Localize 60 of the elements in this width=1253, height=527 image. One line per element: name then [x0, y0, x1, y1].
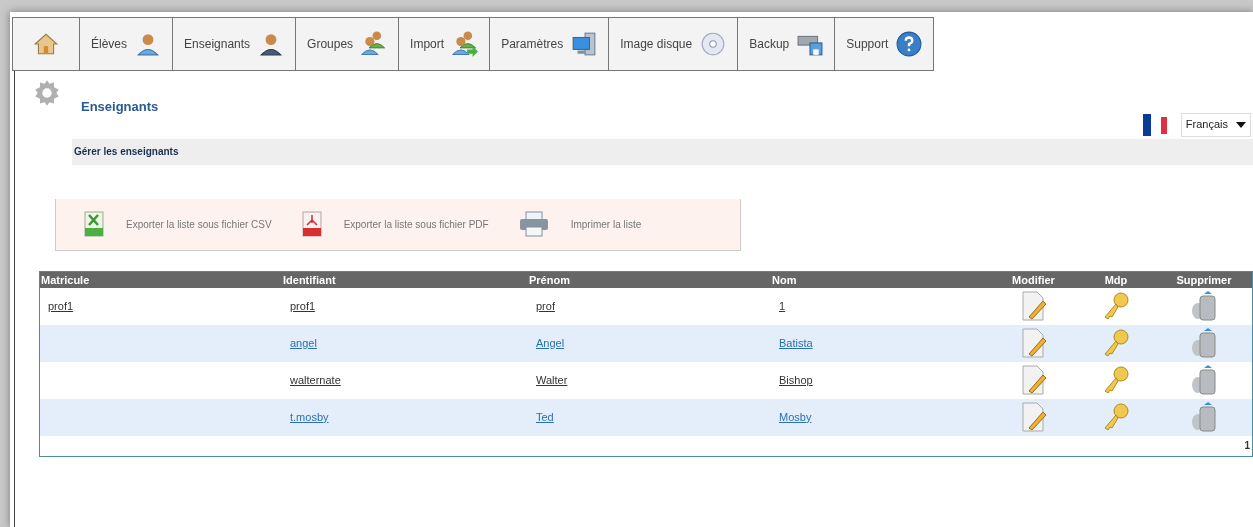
- table-link[interactable]: Mosby: [779, 410, 812, 423]
- column-header: Nom: [771, 272, 798, 288]
- edit-icon[interactable]: [1020, 402, 1047, 432]
- printer-icon: [518, 211, 549, 237]
- home-tab[interactable]: [13, 18, 79, 70]
- table-link[interactable]: Batista: [779, 336, 813, 349]
- table-link[interactable]: Ted: [536, 410, 554, 423]
- page-title: Enseignants: [81, 98, 159, 116]
- edit-icon[interactable]: [1020, 365, 1047, 395]
- people-arrow-icon: [452, 31, 479, 57]
- language-select[interactable]: Français: [1180, 112, 1251, 137]
- section-header: Gérer les enseignants: [72, 138, 1253, 165]
- column-header: Matricule: [40, 272, 91, 288]
- house-icon: [33, 31, 59, 57]
- column-header: Prénom: [528, 272, 571, 288]
- table-link[interactable]: t.mosby: [290, 410, 329, 423]
- nav-tab[interactable]: Backup: [737, 18, 835, 70]
- key-icon[interactable]: [1103, 402, 1129, 432]
- gear-icon: [33, 79, 61, 107]
- table-link[interactable]: angel: [290, 336, 317, 349]
- key-icon[interactable]: [1103, 365, 1129, 395]
- people-icon: [361, 31, 388, 57]
- export-link[interactable]: Exporter la liste sous fichier PDF: [343, 216, 489, 232]
- table-link[interactable]: walternate: [290, 373, 341, 386]
- export-link[interactable]: Exporter la liste sous fichier CSV: [126, 216, 272, 232]
- trash-icon[interactable]: [1191, 402, 1217, 432]
- edit-icon[interactable]: [1020, 291, 1047, 321]
- computer-icon: [571, 31, 598, 57]
- trash-icon[interactable]: [1191, 365, 1217, 395]
- key-icon[interactable]: [1103, 328, 1129, 358]
- column-header: Supprimer: [1175, 272, 1233, 288]
- flag-icon: [1142, 113, 1169, 136]
- table-link[interactable]: prof1: [290, 299, 316, 312]
- nav-tab[interactable]: Image disque: [608, 18, 738, 70]
- table-link[interactable]: Angel: [536, 336, 565, 349]
- column-header: Mdp: [1103, 272, 1129, 288]
- nav-tab[interactable]: Support: [834, 18, 934, 70]
- key-icon[interactable]: [1103, 291, 1129, 321]
- column-header: Identifiant: [282, 272, 337, 288]
- column-header: Modifier: [1011, 272, 1056, 288]
- table-link[interactable]: Walter: [536, 373, 568, 386]
- table-link[interactable]: prof1: [48, 299, 74, 312]
- trash-icon[interactable]: [1191, 328, 1217, 358]
- nav-tab[interactable]: Paramètres: [489, 18, 609, 70]
- disc-icon: [700, 31, 727, 57]
- nav-tab[interactable]: Élèves: [79, 18, 173, 70]
- page-number[interactable]: 1: [1244, 438, 1250, 453]
- help-icon: [896, 31, 923, 57]
- table-link[interactable]: Bishop: [779, 373, 813, 386]
- export-link[interactable]: Imprimer la liste: [570, 216, 642, 232]
- nav-tab[interactable]: Enseignants: [172, 18, 296, 70]
- edit-icon[interactable]: [1020, 328, 1047, 358]
- nav-tab[interactable]: Groupes: [295, 18, 399, 70]
- caret-icon: [1236, 121, 1246, 128]
- spreadsheet-file-icon: [84, 211, 104, 237]
- table-link[interactable]: 1: [779, 299, 786, 312]
- table-link[interactable]: prof: [536, 299, 555, 312]
- pdf-file-icon: [301, 211, 322, 237]
- nav-tab[interactable]: Import: [398, 18, 490, 70]
- trash-icon[interactable]: [1191, 291, 1217, 321]
